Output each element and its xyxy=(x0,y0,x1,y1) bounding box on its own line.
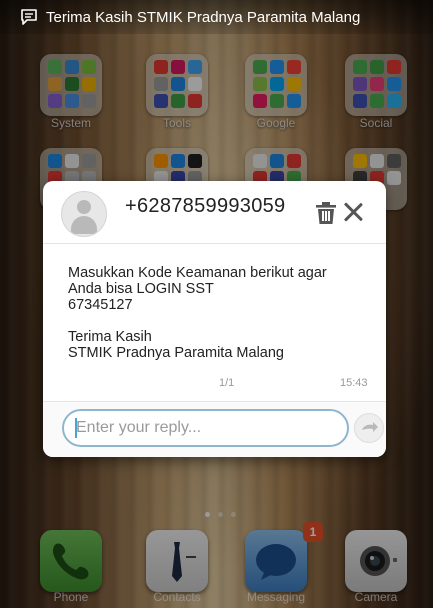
dialog-header: +6287859993059 xyxy=(43,181,386,244)
notification-ticker: Terima Kasih STMIK Pradnya Paramita Mala… xyxy=(46,8,361,26)
message-line xyxy=(68,313,368,329)
reply-input[interactable] xyxy=(62,409,349,447)
send-icon xyxy=(362,422,378,432)
sms-popup-dialog: +6287859993059 Masukkan Kode Keamanan be… xyxy=(43,181,386,457)
message-counter: 1/1 xyxy=(219,377,235,389)
sender-number: +6287859993059 xyxy=(125,195,286,217)
delete-icon[interactable] xyxy=(313,200,339,226)
contact-avatar-icon[interactable] xyxy=(61,191,107,237)
message-line: Anda bisa LOGIN SST xyxy=(68,281,214,297)
text-cursor xyxy=(75,418,77,438)
message-icon xyxy=(21,9,37,25)
security-code: 67345127 xyxy=(68,297,133,313)
message-time: 15:43 xyxy=(340,377,368,389)
message-line: Terima Kasih xyxy=(68,329,152,345)
message-line: Masukkan Kode Keamanan berikut agar xyxy=(68,265,327,281)
status-bar[interactable]: Terima Kasih STMIK Pradnya Paramita Mala… xyxy=(0,0,433,34)
reply-bar xyxy=(43,401,386,457)
send-button[interactable] xyxy=(354,413,384,443)
message-line: STMIK Pradnya Paramita Malang xyxy=(68,345,284,361)
message-body: Masukkan Kode Keamanan berikut agar Anda… xyxy=(68,265,368,361)
close-icon[interactable] xyxy=(340,200,366,226)
